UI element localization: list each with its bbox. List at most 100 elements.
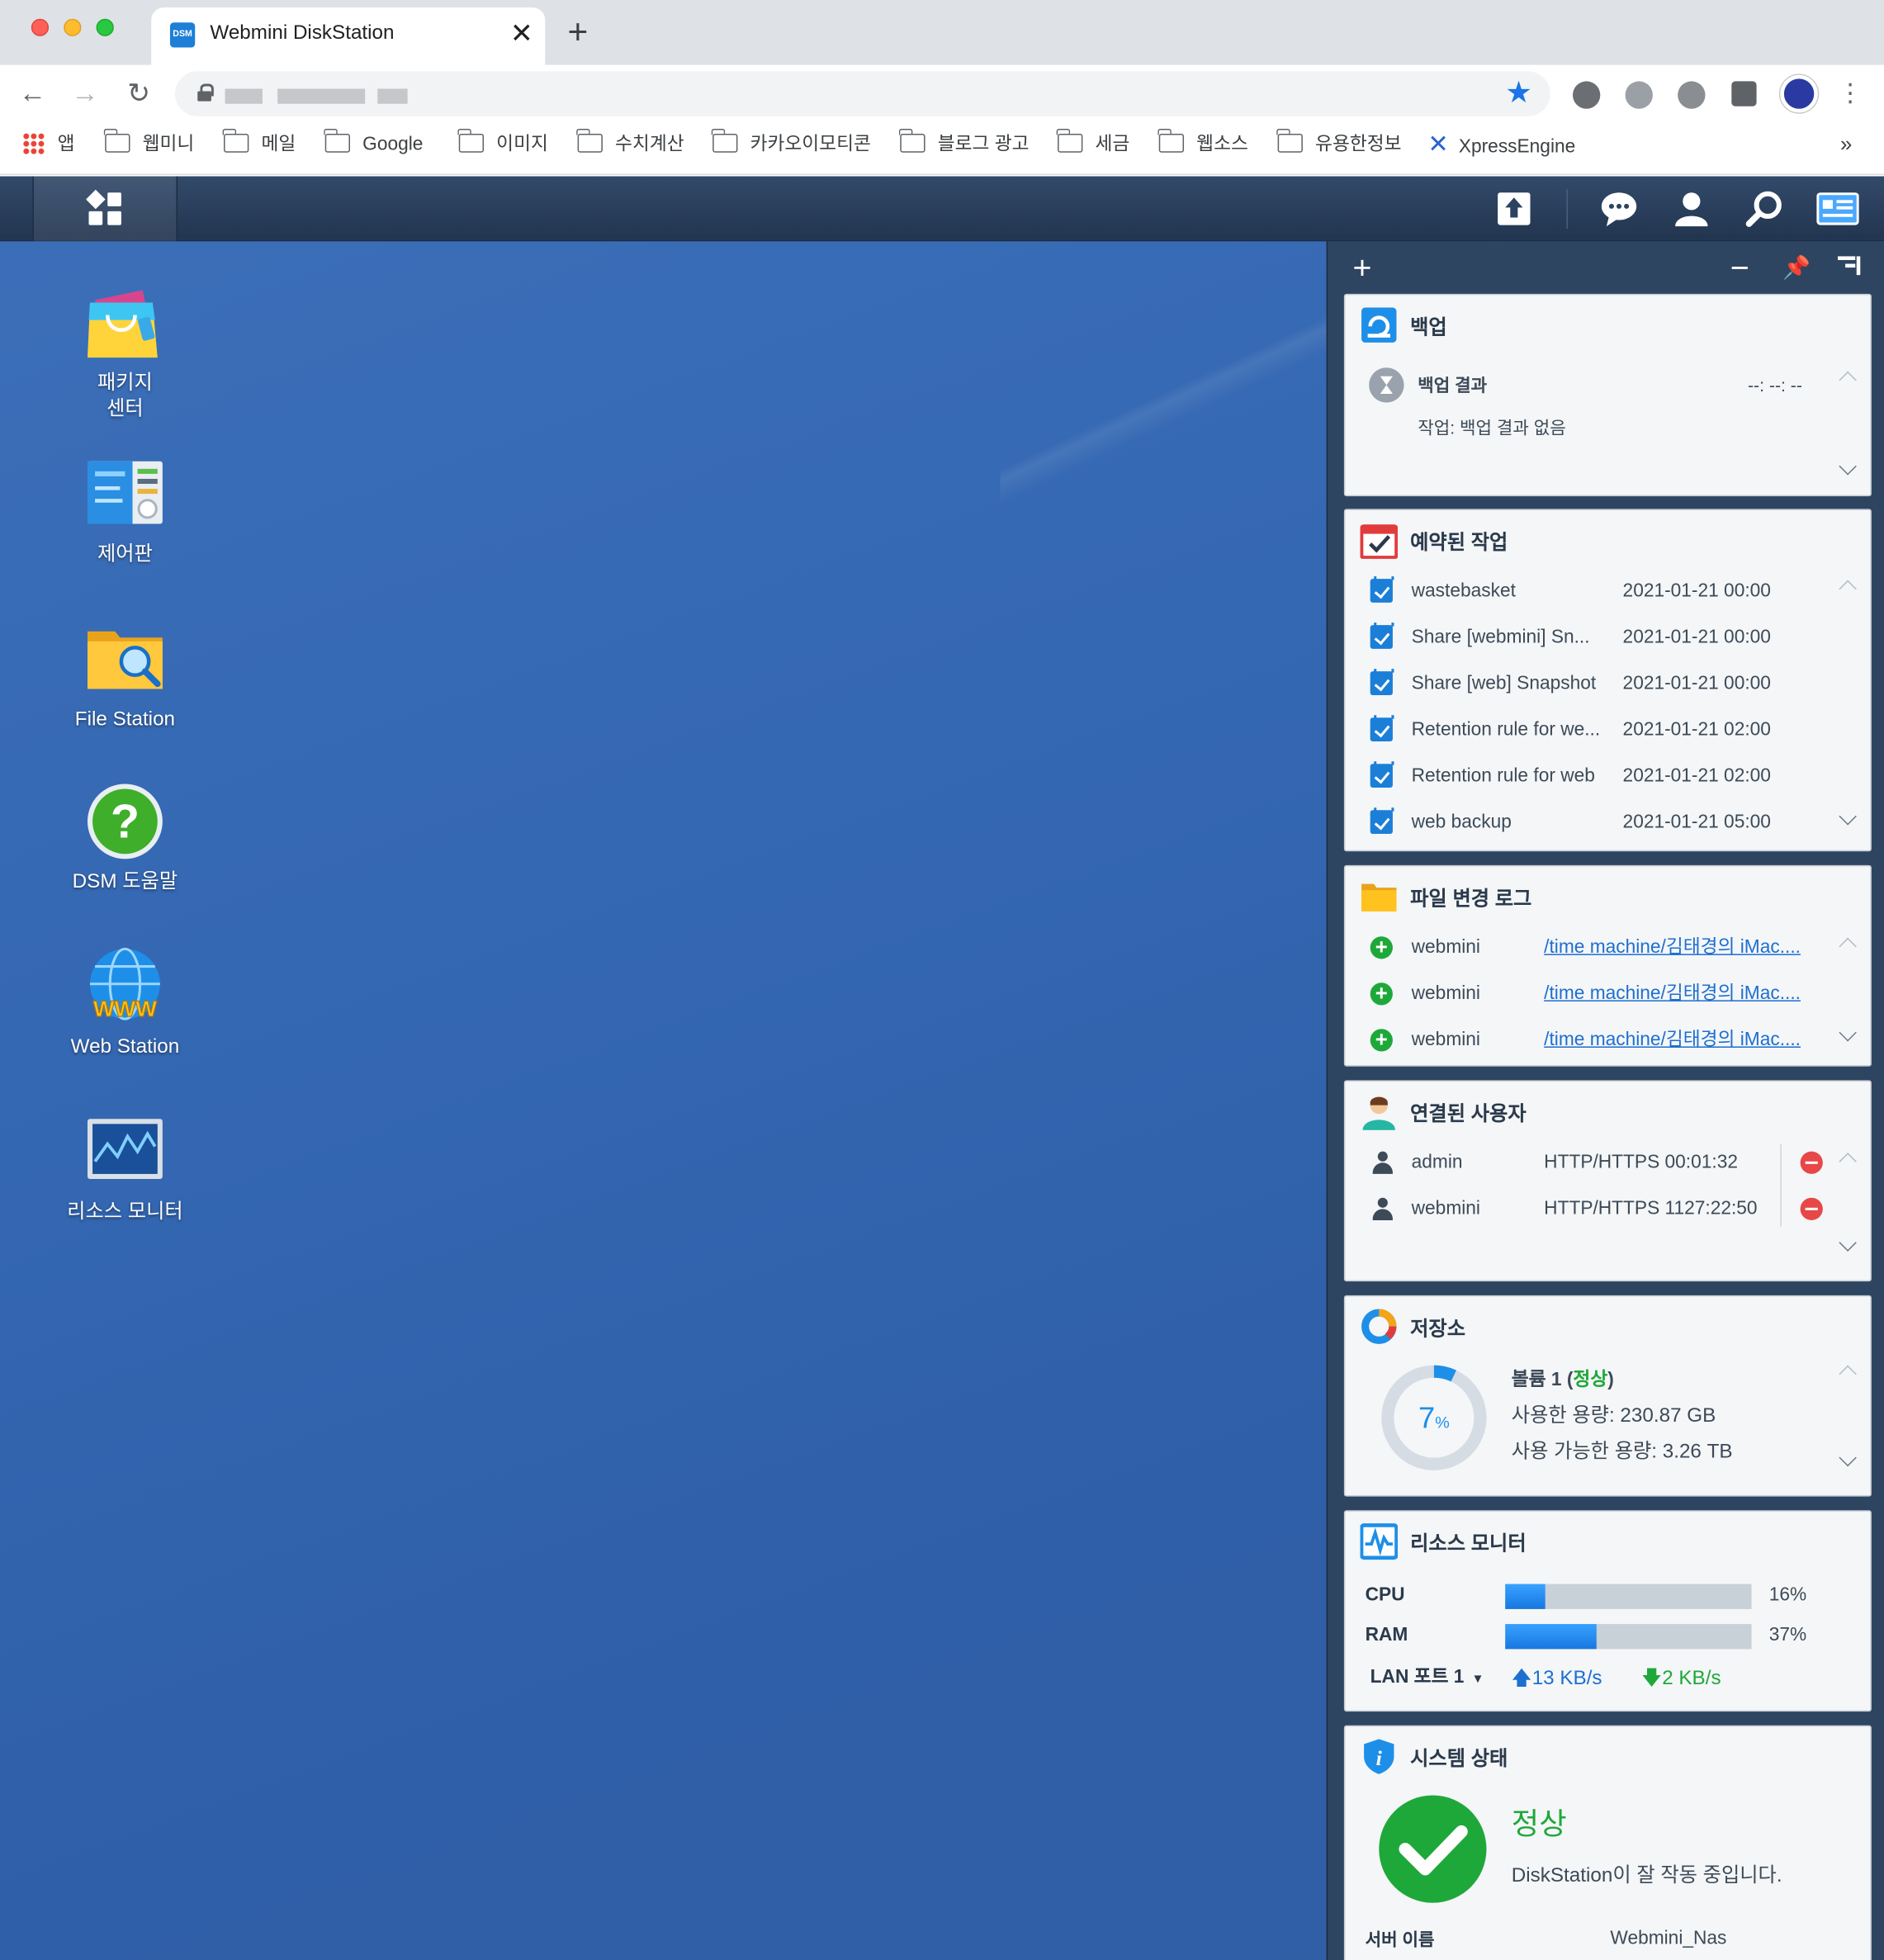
profile-avatar[interactable] [1780, 74, 1818, 113]
scheduled-task-row[interactable]: Retention rule for web 2021-01-21 02:00 [1366, 761, 1840, 791]
folder-icon [711, 128, 738, 153]
extension-icon[interactable] [1572, 81, 1601, 109]
bookmark-folder[interactable]: 웹소스 [1157, 128, 1248, 158]
back-button[interactable]: ← [14, 75, 51, 112]
forward-button[interactable]: → [66, 75, 103, 112]
bookmark-xpressengine[interactable]: ✕ XpressEngine [1427, 133, 1575, 158]
file-station-shortcut[interactable]: File Station [37, 619, 212, 733]
add-widget-button[interactable]: + [1352, 251, 1371, 283]
file-path-link[interactable]: /time machine/김태경의 iMac.... [1544, 979, 1801, 1009]
main-menu-button[interactable] [32, 176, 178, 242]
scroll-down-icon[interactable] [1839, 1026, 1857, 1044]
volume-status: 정상 [1573, 1369, 1608, 1390]
package-center-shortcut[interactable]: 패키지 센터 [37, 282, 212, 423]
widget-title: 리소스 모니터 [1410, 1534, 1527, 1555]
task-check-icon [1370, 669, 1394, 695]
scroll-down-icon[interactable] [1839, 1451, 1857, 1469]
widget-title: 예약된 작업 [1410, 533, 1508, 554]
widgets-toggle-icon[interactable] [1816, 189, 1859, 229]
scroll-down-icon[interactable] [1839, 1237, 1857, 1254]
collapse-panel-icon[interactable] [1835, 251, 1863, 286]
system-status-text: 정상 [1511, 1807, 1567, 1842]
cpu-value: 16% [1768, 1584, 1807, 1606]
bookmark-folder[interactable]: 유용한정보 [1276, 128, 1402, 158]
system-status-widget: i 시스템 상태 정상 DiskStation이 잘 작동 중입니다. 서버 이… [1343, 1725, 1872, 1960]
folder-icon [103, 128, 130, 153]
control-panel-shortcut[interactable]: 제어판 [37, 454, 212, 568]
blurred-url [225, 88, 263, 104]
puzzle-extensions-icon[interactable] [1731, 81, 1757, 107]
backup-result-label: 백업 결과 [1418, 375, 1488, 395]
folder-icon [1276, 128, 1303, 153]
scheduled-task-row[interactable]: Share [webmini] Sn... 2021-01-21 00:00 [1366, 623, 1840, 652]
calendar-check-icon [1359, 521, 1399, 560]
globe-extension-icon[interactable] [1625, 81, 1653, 109]
address-bar[interactable]: ★ [175, 71, 1550, 116]
search-icon[interactable] [1744, 189, 1783, 229]
bookmark-folder[interactable]: 수치계산 [576, 128, 684, 158]
bookmark-folder[interactable]: 세금 [1056, 128, 1129, 158]
folder-icon [324, 128, 351, 153]
file-path-link[interactable]: /time machine/김태경의 iMac.... [1544, 933, 1801, 963]
ram-usage-fill [1505, 1624, 1597, 1650]
scroll-up-icon[interactable] [1839, 1149, 1857, 1167]
xpressengine-icon: ✕ [1427, 131, 1449, 159]
bookmark-folder[interactable]: 카카오이모티콘 [711, 128, 871, 158]
gear-extension-icon[interactable] [1678, 81, 1706, 109]
scroll-up-icon[interactable] [1839, 367, 1857, 385]
dsm-help-shortcut[interactable]: ? DSM 도움말 [37, 781, 212, 895]
scheduled-tasks-widget: 예약된 작업 wastebasket 2021-01-21 00:00 Share… [1343, 509, 1872, 852]
web-station-shortcut[interactable]: WWW Web Station [37, 946, 212, 1060]
bookmark-folder[interactable]: Google [324, 128, 423, 158]
widget-title: 저장소 [1410, 1319, 1466, 1341]
close-window-button[interactable] [31, 18, 50, 36]
upload-speed: 🡅13 KB/s [1511, 1668, 1602, 1689]
notifications-icon[interactable] [1599, 189, 1639, 229]
dropdown-caret-icon: ▼ [1471, 1673, 1484, 1687]
zoom-window-button[interactable] [96, 18, 114, 36]
bookmark-star-icon[interactable]: ★ [1505, 75, 1532, 111]
scheduled-task-row[interactable]: Retention rule for we... 2021-01-21 02:00 [1366, 715, 1840, 745]
bookmark-folder[interactable]: 웹미니 [103, 128, 194, 158]
bookmark-folder[interactable]: 블로그 광고 [898, 128, 1030, 158]
bookmark-folder[interactable]: 메일 [222, 128, 296, 158]
tab-close-icon[interactable]: ✕ [510, 18, 533, 49]
info-shield-icon: i [1361, 1738, 1398, 1775]
pin-icon[interactable]: 📌 [1782, 251, 1811, 283]
scroll-down-icon[interactable] [1839, 810, 1857, 827]
scroll-up-icon[interactable] [1839, 934, 1857, 951]
disconnect-user-icon[interactable] [1800, 1197, 1823, 1220]
upload-queue-icon[interactable] [1494, 189, 1534, 229]
desktop-icon-label: 리소스 모니터 [67, 1201, 183, 1223]
system-status-message: DiskStation이 잘 작동 중입니다. [1511, 1865, 1782, 1887]
scheduled-task-row[interactable]: web backup 2021-01-21 05:00 [1366, 807, 1840, 837]
resource-monitor-icon [1359, 1522, 1399, 1560]
file-log-row: + webmini/time machine/김태경의 iMac.... [1366, 1025, 1840, 1055]
lan-port-select[interactable]: LAN 포트 1 ▼ [1370, 1663, 1508, 1693]
minimize-window-button[interactable] [64, 18, 82, 36]
bookmarks-more[interactable]: » [1840, 133, 1852, 158]
user-options-icon[interactable] [1672, 189, 1711, 229]
file-station-icon [85, 619, 165, 699]
minimize-widgets-button[interactable]: − [1730, 251, 1749, 283]
new-tab-button[interactable]: + [567, 12, 588, 52]
browser-tab[interactable]: DSM Webmini DiskStation ✕ [151, 7, 546, 65]
desktop-icon-label: File Station [74, 708, 176, 731]
disconnect-user-icon[interactable] [1800, 1151, 1823, 1174]
resource-monitor-shortcut[interactable]: 리소스 모니터 [37, 1111, 212, 1225]
connected-user-row: admin HTTP/HTTPS 00:01:32 [1366, 1148, 1840, 1177]
scheduled-task-row[interactable]: wastebasket 2021-01-21 00:00 [1366, 576, 1840, 606]
blurred-url [377, 88, 408, 104]
scroll-up-icon[interactable] [1839, 576, 1857, 594]
download-speed: 🡇2 KB/s [1641, 1668, 1721, 1689]
scroll-down-icon[interactable] [1839, 460, 1857, 477]
control-panel-icon [85, 454, 165, 534]
bookmark-apps[interactable]: 앱 [22, 132, 75, 158]
menu-dots-icon[interactable]: ⋮ [1831, 75, 1868, 112]
bookmark-folder[interactable]: 이미지 [457, 128, 548, 158]
file-path-link[interactable]: /time machine/김태경의 iMac.... [1544, 1025, 1801, 1055]
scheduled-task-row[interactable]: Share [web] Snapshot 2021-01-21 00:00 [1366, 669, 1840, 698]
scroll-up-icon[interactable] [1839, 1361, 1857, 1379]
user-icon [1361, 1092, 1398, 1130]
reload-button[interactable]: ↻ [120, 75, 157, 112]
